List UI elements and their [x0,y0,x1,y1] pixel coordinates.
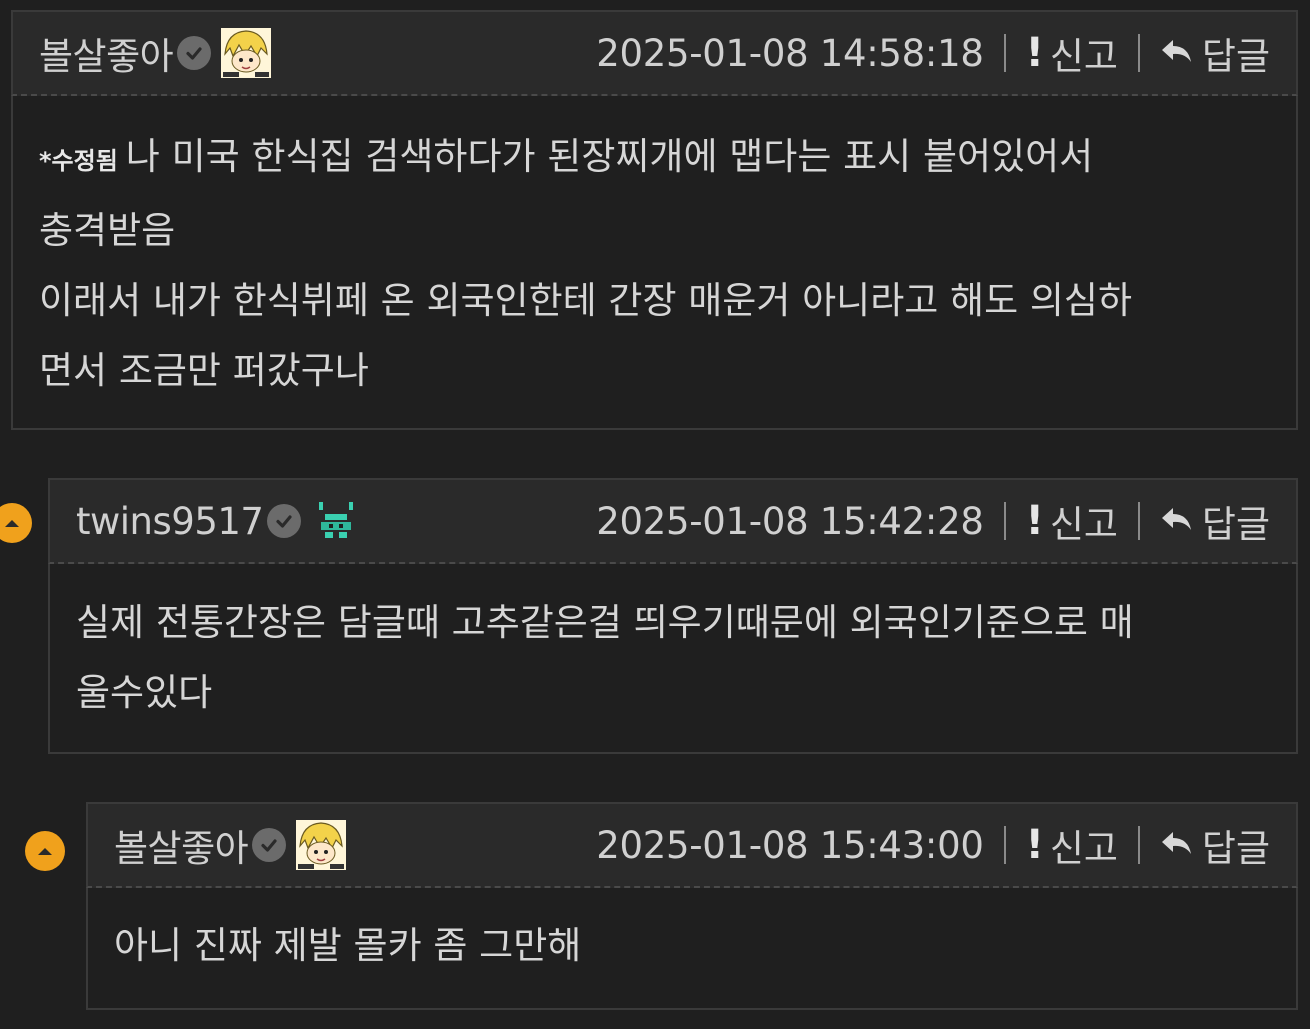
avatar[interactable] [311,496,361,546]
reply-button[interactable]: 답글 [1160,26,1270,80]
comment-line: 이래서 내가 한식뷔페 온 외국인한테 간장 매운거 아니라고 해도 의심하 [39,279,1133,322]
comment-datetime: 2025-01-08 15:42:28 [596,499,984,543]
chevron-up-icon[interactable] [25,831,65,871]
reply-arrow-icon [1160,500,1194,543]
comment-text: 나 미국 한식집 검색하다가 된장찌개에 맵다는 표시 붙어있어서 [125,135,1094,178]
comment-line: 아니 진짜 제발 몰카 좀 그만해 [114,924,582,967]
comment-header: 볼살좋아 2025-01-08 15:43:00 ! 신고 답글 [86,802,1298,888]
comment-line: 울수있다 [76,671,213,714]
comment-body: 실제 전통간장은 담글때 고추같은걸 띄우기때문에 외국인기준으로 매 울수있다 [48,564,1298,754]
comment-line: *수정됨 나 미국 한식집 검색하다가 된장찌개에 맵다는 표시 붙어있어서 [39,122,1270,196]
divider [1003,502,1006,540]
report-button[interactable]: ! 신고 [1026,26,1118,80]
comment-header: 볼살좋아 2025-01-08 14:58:18 ! 신고 답글 [11,10,1298,96]
edited-tag: *수정됨 [39,147,118,175]
comment-meta: 2025-01-08 14:58:18 ! 신고 답글 [596,26,1270,80]
exclamation-icon: ! [1025,30,1044,76]
comment-body: *수정됨 나 미국 한식집 검색하다가 된장찌개에 맵다는 표시 붙어있어서 충격… [11,96,1298,430]
comment-1: 볼살좋아 2025-01-08 14:58:18 ! 신고 답글 *수정됨 나 … [11,10,1298,430]
comment-body: 아니 진짜 제발 몰카 좀 그만해 [86,888,1298,1010]
comment-meta: 2025-01-08 15:43:00 ! 신고 답글 [596,818,1270,872]
report-label: 신고 [1049,827,1118,870]
nickname[interactable]: 볼살좋아 [39,26,174,80]
avatar[interactable] [221,28,272,78]
reply-label: 답글 [1201,503,1270,546]
chevron-up-icon[interactable] [0,503,32,543]
nickname[interactable]: 볼살좋아 [114,818,249,872]
verified-icon [252,828,287,862]
reply-arrow-icon [1160,824,1194,867]
divider [1137,34,1140,72]
divider [1137,502,1140,540]
comment-header: twins9517 2025-01-08 15:42:28 ! 신고 답글 [48,478,1298,564]
reply-label: 답글 [1201,35,1270,78]
reply-button[interactable]: 답글 [1160,818,1270,872]
nickname[interactable]: twins9517 [76,500,264,543]
comment-line: 면서 조금만 퍼갔구나 [39,349,369,392]
comment-3: 볼살좋아 2025-01-08 15:43:00 ! 신고 답글 아니 진짜 제… [86,802,1298,1010]
comment-line: 실제 전통간장은 담글때 고추같은걸 띄우기때문에 외국인기준으로 매 [76,601,1134,644]
reply-label: 답글 [1201,827,1270,870]
divider [1003,826,1006,864]
exclamation-icon: ! [1025,498,1044,544]
exclamation-icon: ! [1025,822,1044,868]
comment-line: 충격받음 [39,209,176,252]
report-button[interactable]: ! 신고 [1026,818,1118,872]
comment-meta: 2025-01-08 15:42:28 ! 신고 답글 [596,494,1270,548]
divider [1137,826,1140,864]
divider [1003,34,1006,72]
comment-datetime: 2025-01-08 15:43:00 [596,823,984,867]
avatar[interactable] [296,820,347,870]
report-label: 신고 [1049,503,1118,546]
reply-arrow-icon [1160,32,1194,75]
verified-icon [177,36,212,70]
comment-2: twins9517 2025-01-08 15:42:28 ! 신고 답글 실제… [48,478,1298,754]
reply-button[interactable]: 답글 [1160,494,1270,548]
report-label: 신고 [1049,35,1118,78]
comment-datetime: 2025-01-08 14:58:18 [596,31,984,75]
verified-icon [267,504,302,538]
report-button[interactable]: ! 신고 [1026,494,1118,548]
